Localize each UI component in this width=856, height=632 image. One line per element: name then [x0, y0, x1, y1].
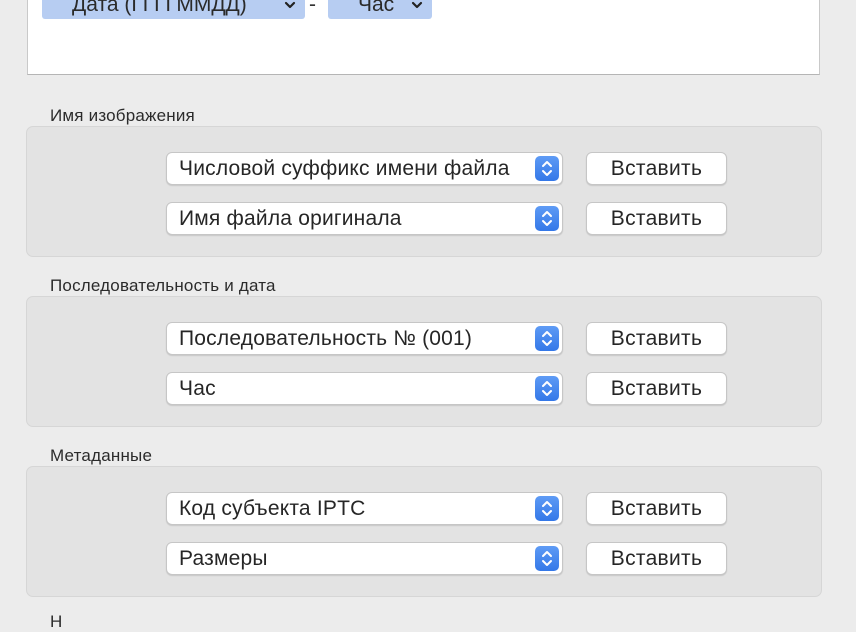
up-down-arrows-icon: [535, 156, 559, 181]
popup-value: Час: [179, 377, 216, 400]
group-image-name: Числовой суффикс имени файла Вставить Им…: [26, 126, 822, 257]
up-down-arrows-icon: [535, 496, 559, 521]
sequence-popup[interactable]: Последовательность № (001): [166, 322, 563, 355]
up-down-arrows-icon: [535, 326, 559, 351]
popup-value: Код субъекта IPTC: [179, 497, 366, 520]
popup-value: Последовательность № (001): [179, 327, 473, 350]
image-name-popup-2[interactable]: Имя файла оригинала: [166, 202, 563, 235]
metadata-popup-1[interactable]: Код субъекта IPTC: [166, 492, 563, 525]
insert-button-metadata-1[interactable]: Вставить: [586, 492, 727, 525]
date-popup[interactable]: Час: [166, 372, 563, 405]
popup-value: Имя файла оригинала: [179, 207, 402, 230]
up-down-arrows-icon: [535, 546, 559, 571]
section-title-sequence-date: Последовательность и дата: [50, 276, 276, 295]
section-title-image-name: Имя изображения: [50, 106, 195, 125]
filename-template-editor[interactable]: Дата (ГГГГММДД) - Час: [27, 0, 820, 75]
popup-value: Числовой суффикс имени файла: [179, 157, 510, 180]
metadata-popup-2[interactable]: Размеры: [166, 542, 563, 575]
popup-value: Размеры: [179, 547, 268, 570]
group-sequence-date: Последовательность № (001) Вставить Час …: [26, 296, 822, 427]
insert-button-metadata-2[interactable]: Вставить: [586, 542, 727, 575]
chevron-down-icon: [410, 0, 424, 19]
token-date[interactable]: Дата (ГГГГММДД): [42, 0, 305, 19]
insert-button-sequence[interactable]: Вставить: [586, 322, 727, 355]
section-title-next: Н: [50, 612, 63, 631]
image-name-popup-1[interactable]: Числовой суффикс имени файла: [166, 152, 563, 185]
token-separator: -: [309, 0, 316, 16]
chevron-down-icon: [283, 0, 297, 19]
insert-button-image-name-1[interactable]: Вставить: [586, 152, 727, 185]
up-down-arrows-icon: [535, 206, 559, 231]
insert-button-image-name-2[interactable]: Вставить: [586, 202, 727, 235]
section-title-metadata: Метаданные: [50, 446, 153, 465]
token-hour[interactable]: Час: [328, 0, 432, 19]
insert-button-date[interactable]: Вставить: [586, 372, 727, 405]
token-hour-label: Час: [358, 0, 395, 16]
token-date-label: Дата (ГГГГММДД): [72, 0, 247, 16]
up-down-arrows-icon: [535, 376, 559, 401]
group-metadata: Код субъекта IPTC Вставить Размеры Встав…: [26, 466, 822, 597]
